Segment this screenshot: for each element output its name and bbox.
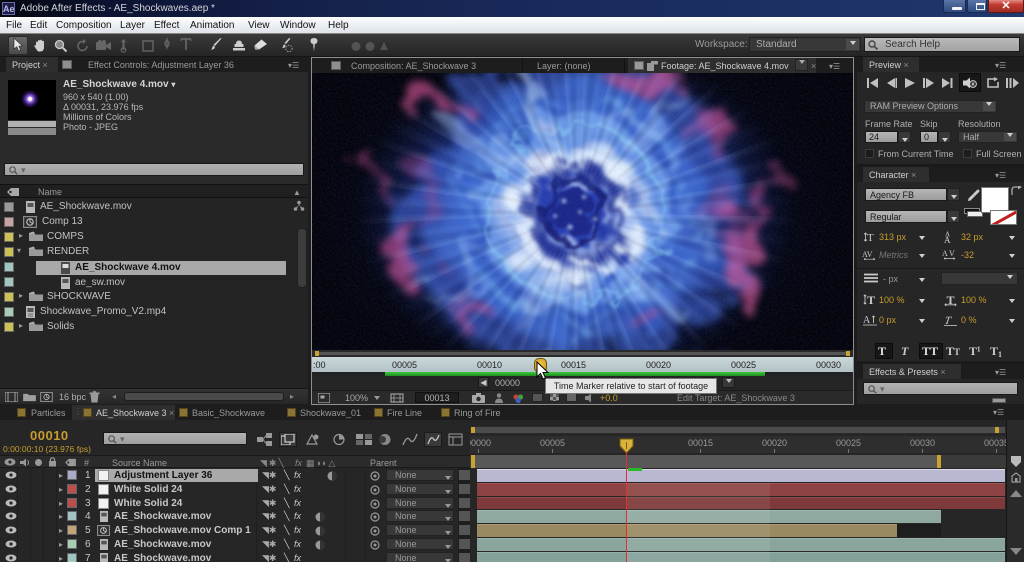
svg-text:T: T <box>867 232 874 243</box>
svg-text:T: T <box>947 293 955 306</box>
svg-text:V: V <box>949 249 955 258</box>
svg-text:T: T <box>867 293 875 306</box>
svg-text:T: T <box>944 315 953 326</box>
svg-text:A: A <box>942 249 948 258</box>
svg-text:AV: AV <box>862 250 873 259</box>
svg-text:A: A <box>944 235 951 243</box>
svg-text:A: A <box>863 315 871 326</box>
